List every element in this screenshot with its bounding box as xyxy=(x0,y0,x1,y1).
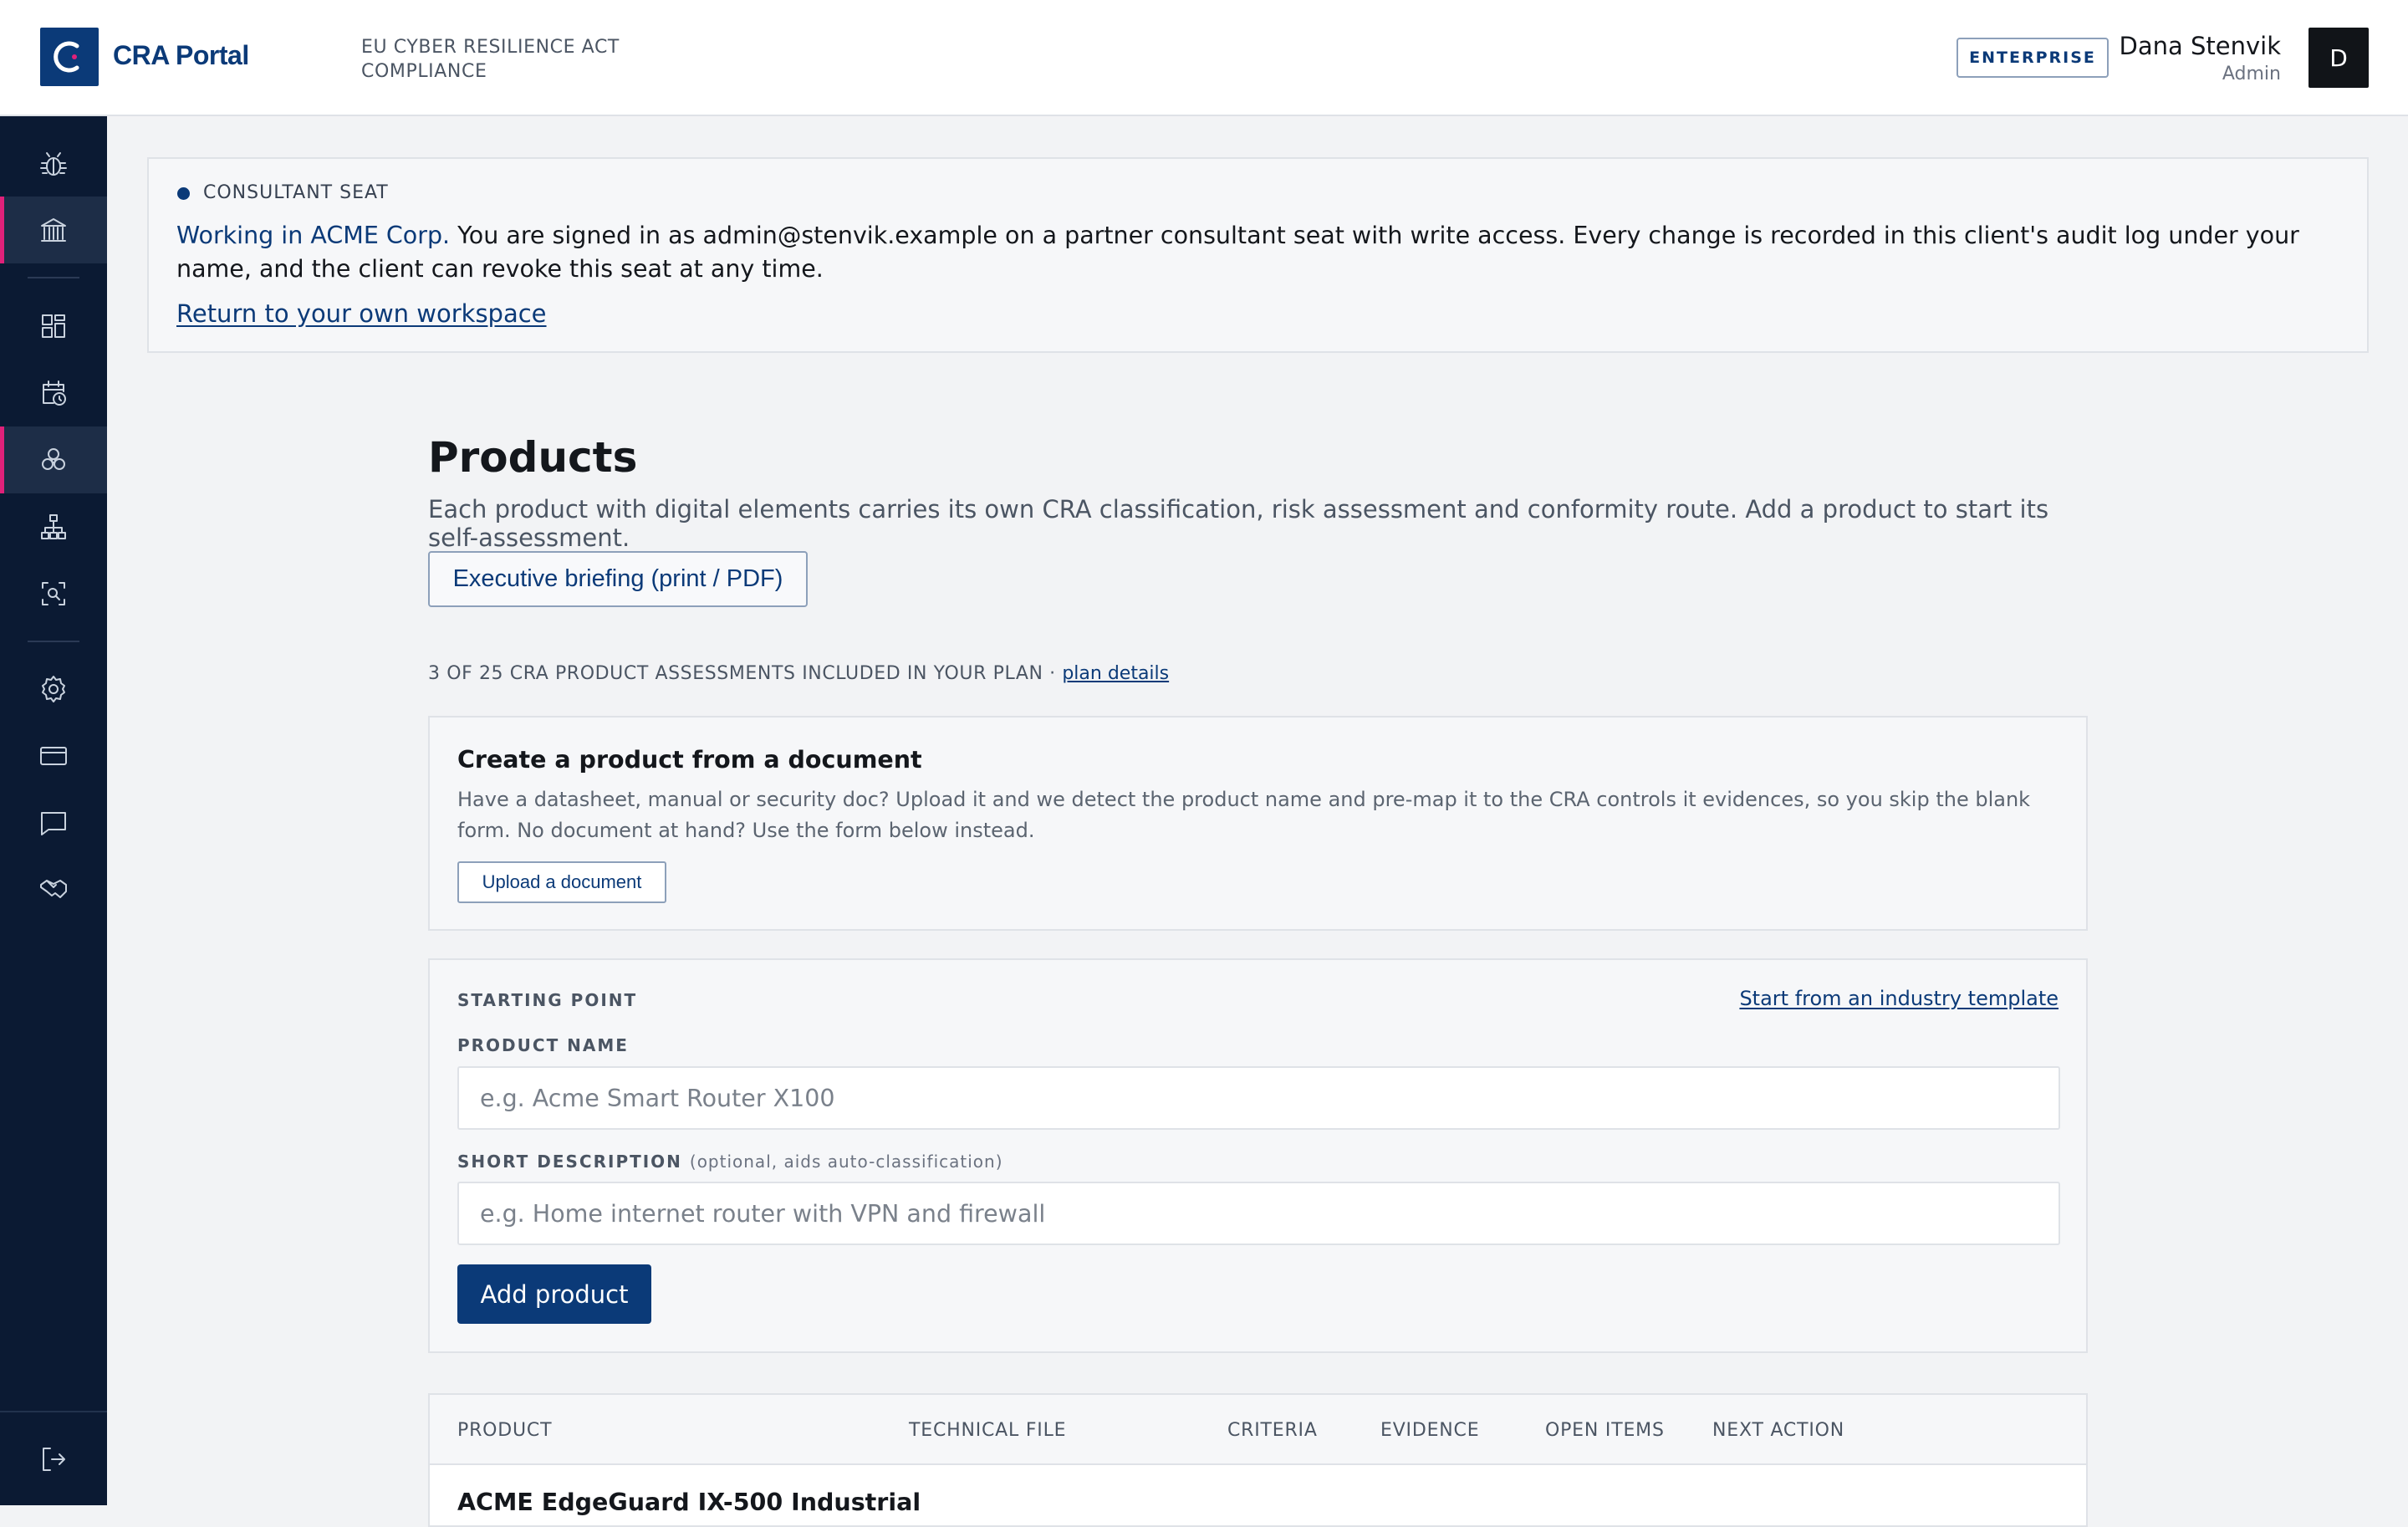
user-role: Admin xyxy=(2222,64,2281,84)
top-header: CRA Portal EU CYBER RESILIENCE ACT COMPL… xyxy=(0,0,2408,116)
executive-briefing-button[interactable]: Executive briefing (print / PDF) xyxy=(428,551,808,607)
sidebar-item-vulnerabilities[interactable] xyxy=(0,131,107,198)
sidebar-item-logout[interactable] xyxy=(0,1426,107,1493)
upload-document-button[interactable]: Upload a document xyxy=(457,861,666,903)
logout-icon xyxy=(43,1448,65,1471)
sidebar-item-support[interactable] xyxy=(0,789,107,856)
short-description-label: SHORT DESCRIPTION (optional, aids auto-c… xyxy=(457,1152,1003,1172)
sidebar-divider xyxy=(28,277,79,278)
scan-search-icon xyxy=(42,582,65,605)
column-header-open-items[interactable]: OPEN ITEMS xyxy=(1545,1420,1665,1441)
consultant-seat-banner: CONSULTANT SEAT Working in ACME Corp. Yo… xyxy=(147,157,2369,353)
column-header-next-action[interactable]: NEXT ACTION xyxy=(1712,1420,1844,1441)
document-upload-card: Create a product from a document Have a … xyxy=(428,716,2088,931)
column-header-evidence[interactable]: EVIDENCE xyxy=(1380,1420,1479,1441)
cra-logo-icon[interactable] xyxy=(40,28,99,86)
short-description-label-text: SHORT DESCRIPTION xyxy=(457,1152,682,1172)
plan-details-link[interactable]: plan details xyxy=(1062,663,1169,684)
chat-icon xyxy=(41,812,66,835)
sidebar-item-settings[interactable] xyxy=(0,656,107,723)
hierarchy-icon xyxy=(41,514,66,539)
page-title: Products xyxy=(428,433,638,482)
sidebar-divider xyxy=(28,641,79,642)
sidebar xyxy=(0,116,107,1505)
dashboard-icon xyxy=(42,314,65,338)
bug-icon xyxy=(40,152,67,176)
bank-icon xyxy=(41,218,66,242)
starting-point-label: STARTING POINT xyxy=(457,990,638,1010)
user-name: Dana Stenvik xyxy=(2119,32,2281,60)
status-dot-icon xyxy=(177,187,190,200)
banner-message-text: You are signed in as admin@stenvik.examp… xyxy=(176,222,2299,283)
product-name-input[interactable] xyxy=(457,1066,2060,1130)
calendar-clock-icon xyxy=(43,380,66,406)
page-description: Each product with digital elements carri… xyxy=(428,495,2049,552)
return-workspace-link[interactable]: Return to your own workspace xyxy=(176,299,547,328)
sidebar-item-organisation[interactable] xyxy=(0,197,107,263)
plan-usage-text: 3 OF 25 CRA PRODUCT ASSESSMENTS INCLUDED… xyxy=(428,663,1063,684)
add-product-form: STARTING POINT Start from an industry te… xyxy=(428,958,2088,1353)
sidebar-item-deadlines[interactable] xyxy=(0,360,107,426)
sidebar-item-dashboard[interactable] xyxy=(0,293,107,360)
handshake-icon xyxy=(40,880,67,898)
card-title: Create a product from a document xyxy=(457,746,922,774)
products-icon xyxy=(42,448,65,470)
banner-label: CONSULTANT SEAT xyxy=(203,182,389,203)
product-name[interactable]: ACME EdgeGuard IX-500 Industrial xyxy=(457,1489,921,1516)
plan-badge: ENTERPRISE xyxy=(1956,38,2109,78)
client-name: Working in ACME Corp. xyxy=(176,222,451,249)
sidebar-item-products[interactable] xyxy=(0,426,107,493)
column-header-criteria[interactable]: CRITERIA xyxy=(1227,1420,1318,1441)
column-header-product[interactable]: PRODUCT xyxy=(457,1420,552,1441)
table-row[interactable]: ACME EdgeGuard IX-500 Industrial xyxy=(457,1489,921,1516)
add-product-button[interactable]: Add product xyxy=(457,1264,651,1324)
card-text: Have a datasheet, manual or security doc… xyxy=(457,788,2031,842)
industry-template-link[interactable]: Start from an industry template xyxy=(1739,987,2059,1010)
brand-name[interactable]: CRA Portal xyxy=(113,40,249,71)
credit-card-icon xyxy=(40,747,67,765)
short-description-input[interactable] xyxy=(457,1182,2060,1245)
sidebar-item-scanner[interactable] xyxy=(0,560,107,627)
gear-icon xyxy=(42,676,65,702)
column-header-technical-file[interactable]: TECHNICAL FILE xyxy=(909,1420,1066,1441)
product-name-label: PRODUCT NAME xyxy=(457,1035,629,1055)
banner-message: Working in ACME Corp. You are signed in … xyxy=(176,219,2342,286)
table-header: PRODUCT TECHNICAL FILE CRITERIA EVIDENCE… xyxy=(430,1395,2086,1465)
products-table: PRODUCT TECHNICAL FILE CRITERIA EVIDENCE… xyxy=(428,1393,2088,1527)
sidebar-item-supply-chain[interactable] xyxy=(0,493,107,560)
sidebar-item-billing[interactable] xyxy=(0,723,107,789)
sidebar-item-partners[interactable] xyxy=(0,856,107,923)
sidebar-divider xyxy=(0,1411,107,1412)
avatar[interactable]: D xyxy=(2309,28,2369,88)
plan-usage: 3 OF 25 CRA PRODUCT ASSESSMENTS INCLUDED… xyxy=(428,663,1169,684)
optional-hint: (optional, aids auto-classification) xyxy=(689,1152,1003,1172)
app-tagline: EU CYBER RESILIENCE ACT COMPLIANCE xyxy=(361,37,620,82)
